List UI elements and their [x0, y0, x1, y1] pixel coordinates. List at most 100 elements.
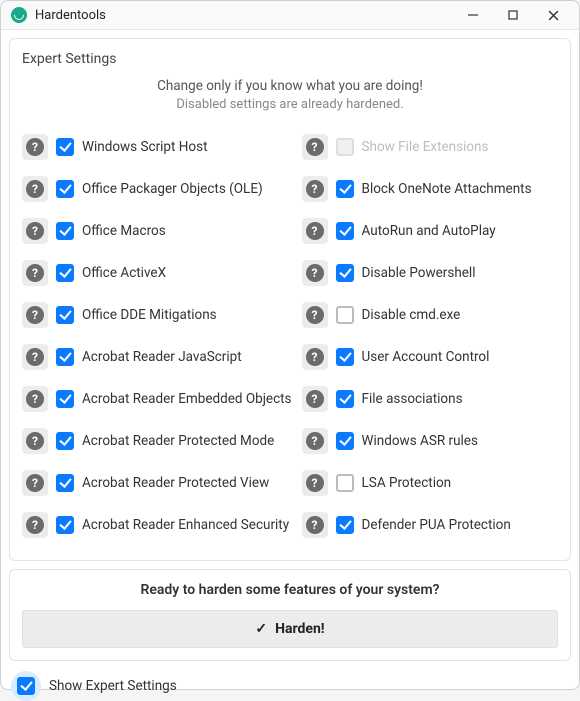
setting-checkbox[interactable] — [56, 222, 74, 240]
setting-row: ?Acrobat Reader JavaScript — [22, 336, 292, 378]
setting-row: ? Block OneNote Attachments — [302, 168, 558, 210]
help-button[interactable]: ? — [302, 260, 328, 286]
question-icon: ? — [306, 432, 324, 450]
setting-row: ? User Account Control — [302, 336, 558, 378]
question-icon: ? — [306, 348, 324, 366]
titlebar: Hardentools — [1, 1, 579, 30]
help-button[interactable]: ? — [302, 176, 328, 202]
expert-toggle-row: Show Expert Settings — [11, 671, 569, 701]
setting-label: Office ActiveX — [82, 265, 166, 281]
expert-toggle-highlight — [11, 671, 41, 701]
setting-label: Acrobat Reader Embedded Objects — [82, 391, 292, 407]
expert-toggle-label: Show Expert Settings — [49, 678, 177, 694]
question-icon: ? — [306, 516, 324, 534]
harden-button-label: Harden! — [275, 621, 324, 637]
question-icon: ? — [26, 222, 44, 240]
setting-checkbox[interactable] — [56, 306, 74, 324]
setting-checkbox[interactable] — [336, 264, 354, 282]
setting-row: ?Acrobat Reader Enhanced Security — [22, 504, 292, 546]
help-button[interactable]: ? — [22, 344, 48, 370]
setting-row: ? LSA Protection — [302, 462, 558, 504]
help-button[interactable]: ? — [302, 512, 328, 538]
question-icon: ? — [306, 222, 324, 240]
question-icon: ? — [306, 390, 324, 408]
harden-button[interactable]: ✓ Harden! — [22, 610, 558, 648]
setting-row: ? Acrobat Reader Protected Mode — [22, 420, 292, 462]
help-button[interactable]: ? — [302, 428, 328, 454]
setting-row: ?Office DDE Mitigations — [22, 294, 292, 336]
window-title: Hardentools — [35, 8, 453, 23]
help-button[interactable]: ? — [22, 134, 48, 160]
setting-checkbox[interactable] — [56, 474, 74, 492]
help-button[interactable]: ? — [22, 218, 48, 244]
setting-checkbox[interactable] — [336, 222, 354, 240]
question-icon: ? — [26, 516, 44, 534]
help-button[interactable]: ? — [302, 134, 328, 160]
setting-row: ?File associations — [302, 378, 558, 420]
setting-checkbox[interactable] — [56, 138, 74, 156]
panel-warning-line1: Change only if you know what you are doi… — [22, 77, 558, 97]
setting-checkbox[interactable] — [336, 474, 354, 492]
question-icon: ? — [26, 264, 44, 282]
setting-checkbox[interactable] — [56, 264, 74, 282]
panel-warning-line2: Disabled settings are already hardened. — [22, 97, 558, 112]
settings-panel: Expert Settings Change only if you know … — [9, 38, 571, 561]
setting-row: ? Office Macros — [22, 210, 292, 252]
help-button[interactable]: ? — [302, 218, 328, 244]
expert-toggle-checkbox[interactable] — [17, 677, 35, 695]
setting-label: Office Macros — [82, 223, 166, 239]
help-button[interactable]: ? — [22, 302, 48, 328]
setting-checkbox[interactable] — [336, 390, 354, 408]
question-icon: ? — [306, 474, 324, 492]
help-button[interactable]: ? — [302, 344, 328, 370]
help-button[interactable]: ? — [302, 470, 328, 496]
help-button[interactable]: ? — [22, 512, 48, 538]
setting-row: ? Acrobat Reader Embedded Objects — [22, 378, 292, 420]
app-logo-icon — [11, 7, 27, 23]
setting-label: User Account Control — [362, 349, 490, 365]
setting-label: Show File Extensions — [362, 139, 489, 155]
question-icon: ? — [26, 138, 44, 156]
question-icon: ? — [26, 180, 44, 198]
help-button[interactable]: ? — [22, 470, 48, 496]
setting-checkbox[interactable] — [336, 516, 354, 534]
setting-checkbox[interactable] — [336, 306, 354, 324]
minimize-button[interactable] — [453, 1, 493, 29]
setting-row: ? Office Packager Objects (OLE) — [22, 168, 292, 210]
setting-checkbox[interactable] — [56, 390, 74, 408]
setting-row: ?AutoRun and AutoPlay — [302, 210, 558, 252]
help-button[interactable]: ? — [302, 302, 328, 328]
setting-checkbox[interactable] — [56, 180, 74, 198]
help-button[interactable]: ? — [22, 260, 48, 286]
setting-checkbox[interactable] — [56, 516, 74, 534]
setting-label: LSA Protection — [362, 475, 452, 491]
settings-grid: ? Windows Script Host? Show File Extension… — [22, 126, 558, 546]
help-button[interactable]: ? — [22, 176, 48, 202]
setting-label: Disable cmd.exe — [362, 307, 461, 323]
setting-checkbox[interactable] — [56, 348, 74, 366]
setting-label: Acrobat Reader Protected Mode — [82, 433, 274, 449]
close-button[interactable] — [533, 1, 573, 29]
setting-label: Disable Powershell — [362, 265, 476, 281]
setting-label: Windows Script Host — [82, 139, 208, 155]
check-icon: ✓ — [255, 621, 267, 637]
setting-checkbox — [336, 138, 354, 156]
setting-label: Windows ASR rules — [362, 433, 478, 449]
question-icon: ? — [26, 390, 44, 408]
setting-label: Acrobat Reader Protected View — [82, 475, 269, 491]
setting-row: ? Office ActiveX — [22, 252, 292, 294]
setting-row: ?Defender PUA Protection — [302, 504, 558, 546]
maximize-button[interactable] — [493, 1, 533, 29]
help-button[interactable]: ? — [22, 386, 48, 412]
help-button[interactable]: ? — [22, 428, 48, 454]
setting-label: Office Packager Objects (OLE) — [82, 181, 263, 197]
question-icon: ? — [26, 474, 44, 492]
setting-checkbox[interactable] — [336, 348, 354, 366]
setting-row: ? Acrobat Reader Protected View — [22, 462, 292, 504]
setting-checkbox[interactable] — [336, 432, 354, 450]
setting-label: Block OneNote Attachments — [362, 181, 532, 197]
setting-checkbox[interactable] — [56, 432, 74, 450]
setting-row: ? Windows ASR rules — [302, 420, 558, 462]
setting-checkbox[interactable] — [336, 180, 354, 198]
help-button[interactable]: ? — [302, 386, 328, 412]
